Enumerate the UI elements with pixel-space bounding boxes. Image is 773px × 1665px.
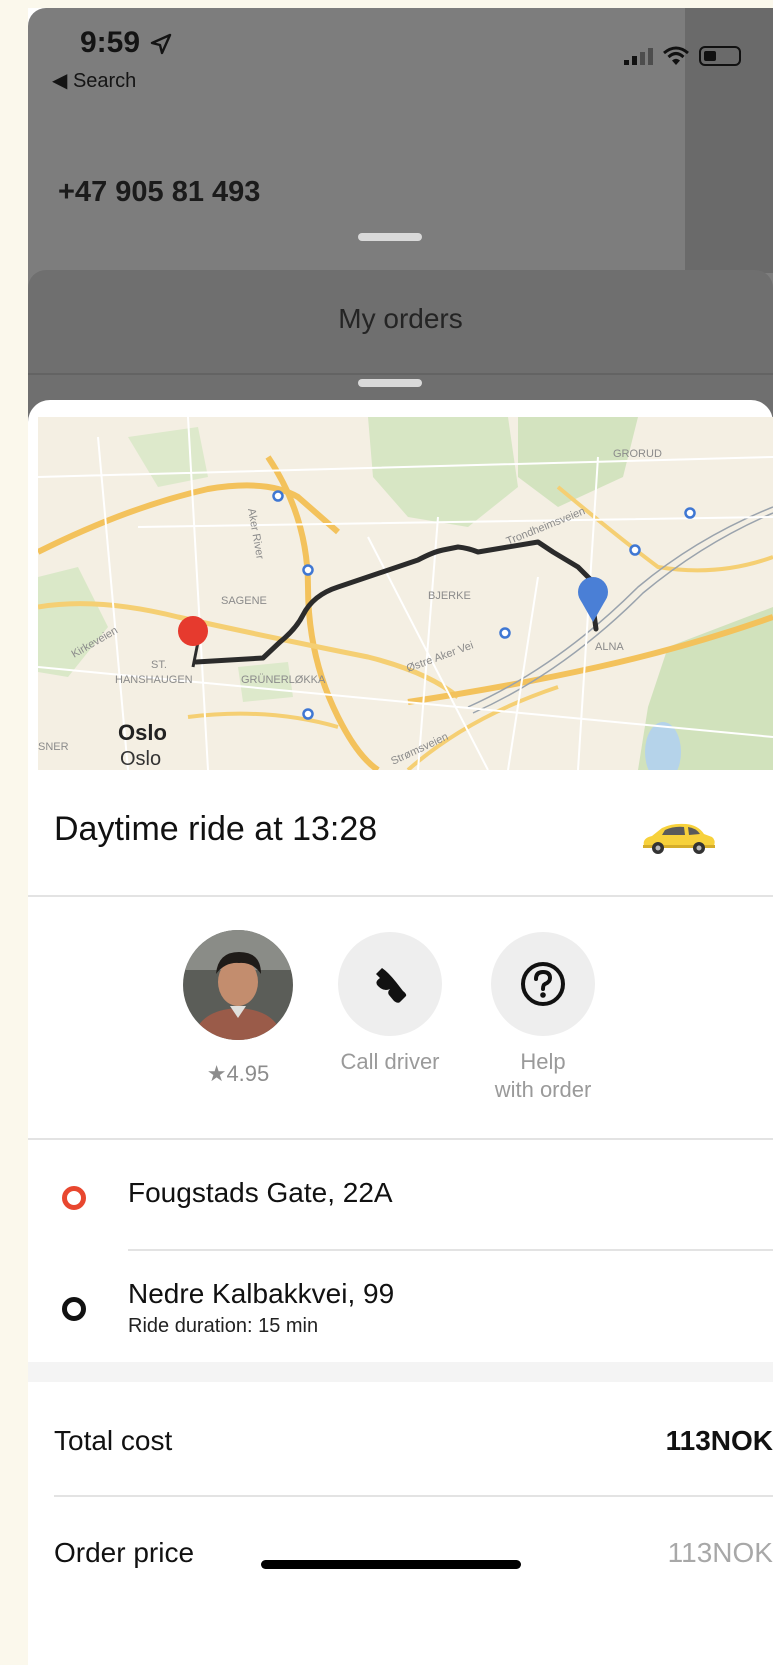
driver-avatar[interactable] xyxy=(183,930,293,1040)
ride-details-sheet: GRORUD SAGENE BJERKE ALNA ST. HANSHAUGEN… xyxy=(28,400,773,1665)
status-icons xyxy=(624,46,741,66)
divider xyxy=(28,373,773,375)
destination-dot-icon xyxy=(62,1297,86,1321)
signal-icon xyxy=(624,47,653,65)
origin-address: Fougstads Gate, 22A xyxy=(128,1177,393,1208)
svg-text:SAGENE: SAGENE xyxy=(221,595,267,607)
driver-photo xyxy=(183,930,293,1040)
divider xyxy=(54,1495,773,1497)
order-price-value: 113NOK xyxy=(667,1537,773,1568)
svg-text:Oslo: Oslo xyxy=(120,748,161,770)
call-driver-button[interactable] xyxy=(338,932,442,1036)
ride-duration: Ride duration: 15 min xyxy=(128,1315,319,1337)
phone-screen: 9:59 ◀ Search +47 905 81 493 My orders G… xyxy=(28,8,773,1665)
divider xyxy=(28,895,773,897)
svg-text:SNER: SNER xyxy=(38,741,69,753)
divider xyxy=(28,1138,773,1140)
section-separator xyxy=(28,1362,773,1382)
wifi-icon xyxy=(663,46,689,65)
route-map[interactable]: GRORUD SAGENE BJERKE ALNA ST. HANSHAUGEN… xyxy=(38,417,773,770)
my-orders-title: My orders xyxy=(338,303,463,334)
location-arrow-icon xyxy=(151,33,172,55)
help-label-line1: Help xyxy=(520,1049,566,1074)
svg-text:GRORUD: GRORUD xyxy=(613,448,662,460)
origin-dot-icon xyxy=(62,1186,86,1210)
call-driver-label: Call driver xyxy=(340,1049,440,1074)
destination-address: Nedre Kalbakkvei, 99 xyxy=(128,1278,395,1309)
help-label: Help with order xyxy=(468,1048,618,1104)
orders-sheet-handle[interactable] xyxy=(358,379,422,387)
svg-text:Oslo: Oslo xyxy=(118,720,167,745)
ride-title: Daytime ride at 13:28 xyxy=(54,810,378,848)
phone-icon xyxy=(376,968,407,1003)
svg-text:HANSHAUGEN: HANSHAUGEN xyxy=(115,674,193,686)
svg-text:BJERKE: BJERKE xyxy=(428,590,471,602)
back-to-search-link[interactable]: ◀ Search xyxy=(52,68,136,93)
total-cost-label: Total cost xyxy=(54,1425,173,1456)
help-icon xyxy=(521,962,565,1006)
driver-rating: ★4.95 xyxy=(206,1061,270,1086)
svg-text:ST.: ST. xyxy=(151,659,167,671)
home-indicator[interactable] xyxy=(261,1560,521,1569)
taxi-car-icon xyxy=(643,823,715,854)
sheet-handle[interactable] xyxy=(358,233,422,241)
phone-number: +47 905 81 493 xyxy=(58,176,261,208)
order-price-label: Order price xyxy=(54,1537,195,1568)
total-cost-value: 113NOK xyxy=(665,1425,773,1456)
status-time: 9:59 xyxy=(80,26,172,60)
battery-icon xyxy=(699,46,741,66)
divider xyxy=(128,1249,773,1251)
svg-text:ALNA: ALNA xyxy=(595,641,624,653)
help-button[interactable] xyxy=(491,932,595,1036)
help-label-line2: with order xyxy=(494,1077,592,1102)
svg-text:GRÜNERLØKKA: GRÜNERLØKKA xyxy=(241,674,326,686)
